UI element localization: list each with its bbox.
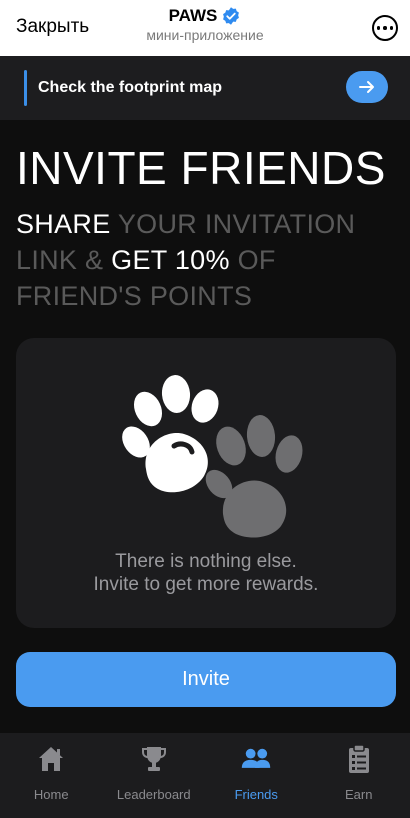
more-dots-icon[interactable] bbox=[372, 15, 398, 41]
clipboard-icon bbox=[348, 744, 369, 773]
empty-state-line1: There is nothing else. bbox=[115, 551, 297, 572]
nav-item-friends[interactable]: Friends bbox=[205, 733, 308, 818]
invite-button[interactable]: Invite bbox=[16, 652, 396, 707]
empty-state-line2: Invite to get more rewards. bbox=[93, 574, 319, 595]
banner-accent-bar bbox=[24, 70, 27, 106]
home-icon bbox=[39, 747, 64, 771]
app-subtitle: мини-приложение bbox=[146, 27, 264, 43]
bottom-nav: Home Leaderboard Friends Earn bbox=[0, 733, 410, 818]
nav-item-home[interactable]: Home bbox=[0, 733, 103, 818]
footprint-map-banner[interactable]: Check the footprint map bbox=[0, 56, 410, 120]
paw-prints-icon bbox=[122, 375, 303, 538]
nav-label-friends: Friends bbox=[234, 787, 278, 802]
nav-item-earn[interactable]: Earn bbox=[308, 733, 410, 818]
title-block: PAWS мини-приложение bbox=[0, 6, 410, 43]
friends-list-card: There is nothing else. Invite to get mor… bbox=[16, 338, 396, 628]
page-title: INVITE FRIENDS bbox=[16, 142, 386, 194]
subhead-share: SHARE bbox=[16, 209, 111, 239]
trophy-icon bbox=[141, 747, 166, 771]
app-title: PAWS bbox=[169, 6, 242, 26]
arrow-right-button[interactable] bbox=[346, 71, 388, 103]
nav-label-leaderboard: Leaderboard bbox=[116, 787, 191, 802]
empty-state-message: There is nothing else. Invite to get mor… bbox=[16, 550, 396, 596]
app-title-text: PAWS bbox=[168, 6, 218, 25]
friends-icon bbox=[242, 748, 271, 768]
subhead-percent: GET 10% bbox=[111, 245, 230, 275]
verified-badge-icon bbox=[223, 7, 240, 25]
banner-text: Check the footprint map bbox=[38, 79, 223, 96]
nav-label-home: Home bbox=[33, 787, 69, 802]
telegram-header: Закрыть PAWS мини-приложение bbox=[0, 0, 410, 56]
arrow-right-icon bbox=[359, 81, 374, 93]
nav-item-leaderboard[interactable]: Leaderboard bbox=[103, 733, 206, 818]
page-subtitle: SHARE YOUR INVITATION LINK & GET 10% OF … bbox=[16, 206, 396, 314]
nav-label-earn: Earn bbox=[345, 787, 373, 802]
